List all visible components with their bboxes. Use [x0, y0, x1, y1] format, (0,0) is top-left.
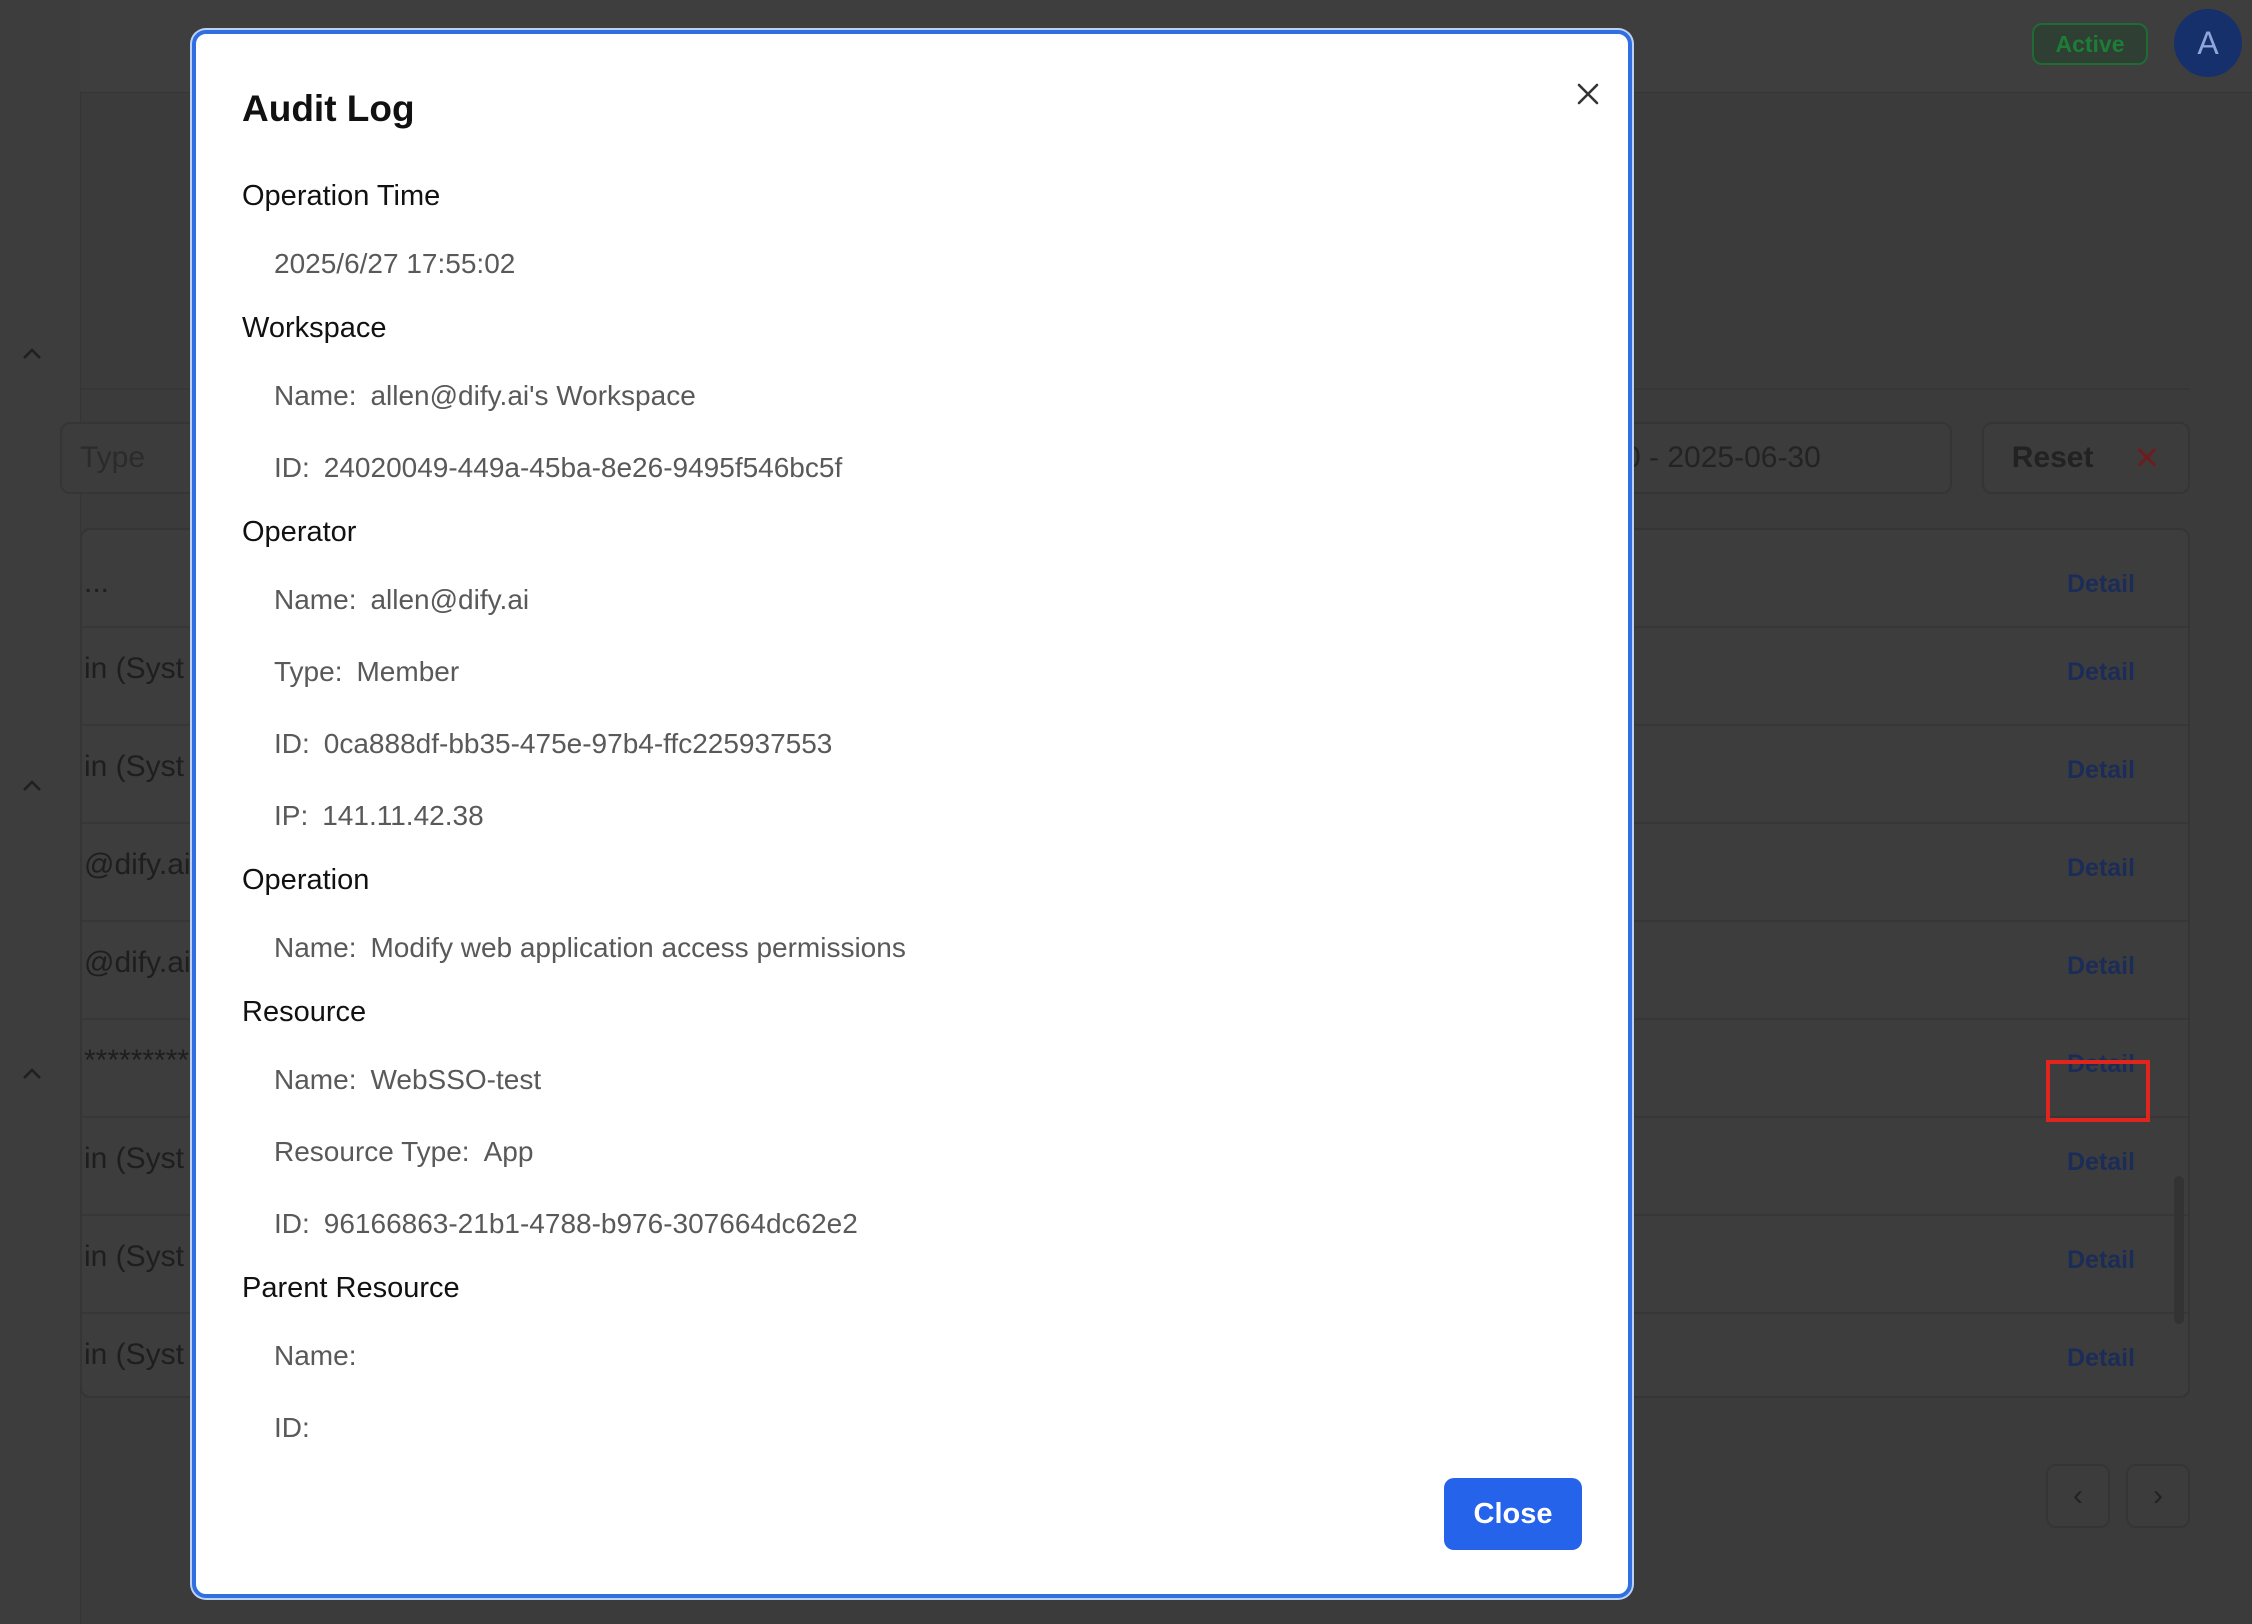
table-cell-operator: in (Syst	[84, 1338, 185, 1371]
resource-name-value: WebSSO-test	[370, 1064, 542, 1095]
scrollbar[interactable]	[2174, 1176, 2184, 1324]
operator-type-field: Type: Member	[274, 656, 459, 688]
field-label: IP:	[274, 800, 309, 831]
operator-id-value: 0ca888df-bb35-475e-97b4-ffc225937553	[323, 728, 833, 759]
detail-link[interactable]: Detail	[2067, 1148, 2135, 1177]
resource-name-field: Name: WebSSO-test	[274, 1064, 541, 1096]
detail-link[interactable]: Detail	[2067, 952, 2135, 981]
field-label: Name:	[274, 932, 357, 963]
operator-id-field: ID: 0ca888df-bb35-475e-97b4-ffc225937553	[274, 728, 832, 760]
detail-link[interactable]: Detail	[2067, 570, 2135, 599]
operator-ip-value: 141.11.42.38	[322, 800, 484, 831]
workspace-name-value: allen@dify.ai's Workspace	[370, 380, 696, 411]
table-cell-operator: in (Syst	[84, 750, 185, 783]
detail-link[interactable]: Detail	[2067, 658, 2135, 687]
chevron-up-icon[interactable]	[20, 346, 44, 362]
section-title-operation-time: Operation Time	[242, 180, 441, 212]
section-title-parent-resource: Parent Resource	[242, 1272, 460, 1304]
operation-time-value: 2025/6/27 17:55:02	[274, 248, 516, 279]
pager-next-button[interactable]: ›	[2126, 1464, 2190, 1528]
resource-id-value: 96166863-21b1-4788-b976-307664dc62e2	[323, 1208, 858, 1239]
field-label: Resource Type:	[274, 1136, 470, 1167]
field-label: Name:	[274, 1064, 357, 1095]
section-title-workspace: Workspace	[242, 312, 387, 344]
operator-type-value: Member	[356, 656, 460, 687]
table-cell-operator: ...	[84, 566, 110, 599]
operator-name-value: allen@dify.ai	[370, 584, 530, 615]
operator-ip-field: IP: 141.11.42.38	[274, 800, 484, 832]
close-icon: ✕	[2133, 440, 2161, 476]
field-label: Name:	[274, 1340, 357, 1371]
detail-link[interactable]: Detail	[2067, 854, 2135, 883]
operator-name-field: Name: allen@dify.ai	[274, 584, 529, 616]
status-badge: Active	[2032, 23, 2148, 65]
audit-log-dialog: Audit Log Operation Time 2025/6/27 17:55…	[192, 30, 1632, 1598]
reset-button[interactable]: Reset ✕	[1982, 422, 2190, 494]
workspace-id-value: 24020049-449a-45ba-8e26-9495f546bc5f	[323, 452, 843, 483]
field-label: ID:	[274, 452, 310, 483]
resource-id-field: ID: 96166863-21b1-4788-b976-307664dc62e2	[274, 1208, 858, 1240]
table-cell-operator: @dify.ai	[84, 848, 191, 881]
table-cell-operator: @dify.ai	[84, 946, 191, 979]
field-label: Type:	[274, 656, 343, 687]
highlight-box	[2046, 1060, 2150, 1122]
field-label: ID:	[274, 728, 310, 759]
detail-link[interactable]: Detail	[2067, 1344, 2135, 1373]
section-title-operation: Operation	[242, 864, 370, 896]
parent-resource-id-field: ID:	[274, 1412, 324, 1444]
field-label: Name:	[274, 584, 357, 615]
detail-link[interactable]: Detail	[2067, 1246, 2135, 1275]
chevron-up-icon[interactable]	[20, 1066, 44, 1082]
sidebar	[0, 0, 81, 1624]
workspace-id-field: ID: 24020049-449a-45ba-8e26-9495f546bc5f	[274, 452, 842, 484]
pager-prev-button[interactable]: ‹	[2046, 1464, 2110, 1528]
parent-resource-name-field: Name:	[274, 1340, 370, 1372]
field-label: Name:	[274, 380, 357, 411]
table-cell-operator: in (Syst	[84, 1142, 185, 1175]
date-range-picker[interactable]: 0 - 2025-06-30	[1600, 422, 1952, 494]
table-cell-operator: in (Syst	[84, 1240, 185, 1273]
table-cell-operator: in (Syst	[84, 652, 185, 685]
workspace-name-field: Name: allen@dify.ai's Workspace	[274, 380, 696, 412]
close-icon[interactable]	[1566, 72, 1610, 116]
chevron-up-icon[interactable]	[20, 778, 44, 794]
field-label: ID:	[274, 1208, 310, 1239]
avatar[interactable]: A	[2174, 9, 2242, 77]
section-title-resource: Resource	[242, 996, 367, 1028]
dialog-title: Audit Log	[242, 88, 415, 129]
reset-label: Reset	[2011, 441, 2094, 474]
section-title-operator: Operator	[242, 516, 357, 548]
table-cell-operator: *********	[84, 1044, 190, 1077]
close-button[interactable]: Close	[1444, 1478, 1582, 1550]
field-label: ID:	[274, 1412, 310, 1443]
operation-name-field: Name: Modify web application access permi…	[274, 932, 906, 964]
resource-type-value: App	[483, 1136, 534, 1167]
operation-name-value: Modify web application access permission…	[370, 932, 906, 963]
detail-link[interactable]: Detail	[2067, 756, 2135, 785]
resource-type-field: Resource Type: App	[274, 1136, 533, 1168]
